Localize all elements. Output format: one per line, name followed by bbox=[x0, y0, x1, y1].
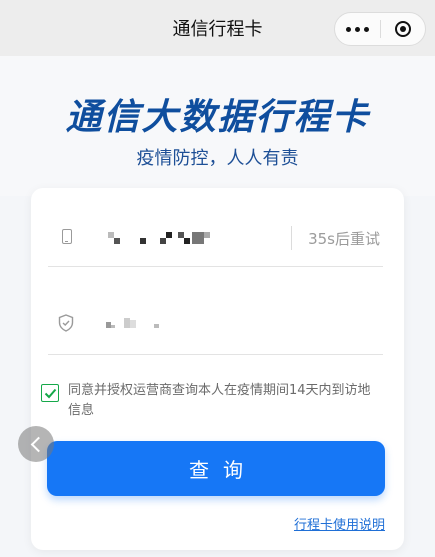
query-button[interactable]: 查询 bbox=[47, 441, 385, 496]
page-title: 通信大数据行程卡 bbox=[65, 97, 370, 138]
agreement-checkbox[interactable] bbox=[41, 384, 59, 402]
verification-code-field[interactable] bbox=[48, 298, 383, 355]
close-target-icon[interactable] bbox=[380, 21, 425, 37]
agreement-text: 同意并授权运营商查询本人在疫情期间14天内到访地信息 bbox=[68, 383, 371, 418]
phone-icon bbox=[62, 229, 72, 244]
floating-back-button[interactable] bbox=[18, 426, 54, 462]
chevron-left-icon bbox=[30, 436, 46, 452]
shield-icon bbox=[58, 314, 74, 332]
resend-divider bbox=[291, 226, 292, 250]
verification-code-masked bbox=[106, 318, 186, 330]
page-subtitle: 疫情防控，人人有责 bbox=[136, 148, 299, 169]
navigation-bar: 通信行程卡 bbox=[0, 0, 435, 56]
phone-number-masked bbox=[108, 230, 218, 244]
more-dots-icon[interactable] bbox=[335, 26, 380, 32]
checkmark-icon bbox=[44, 388, 56, 398]
resend-countdown[interactable]: 35s后重试 bbox=[308, 228, 380, 249]
form-card: 35s后重试 同意并授权运营商查询本人在疫情期间14天内到访地信息 查询 行程卡… bbox=[31, 188, 404, 550]
phone-field[interactable]: 35s后重试 bbox=[48, 216, 383, 267]
nav-title: 通信行程卡 bbox=[172, 19, 263, 40]
capsule-menu bbox=[334, 12, 426, 46]
help-link[interactable]: 行程卡使用说明 bbox=[294, 514, 385, 533]
